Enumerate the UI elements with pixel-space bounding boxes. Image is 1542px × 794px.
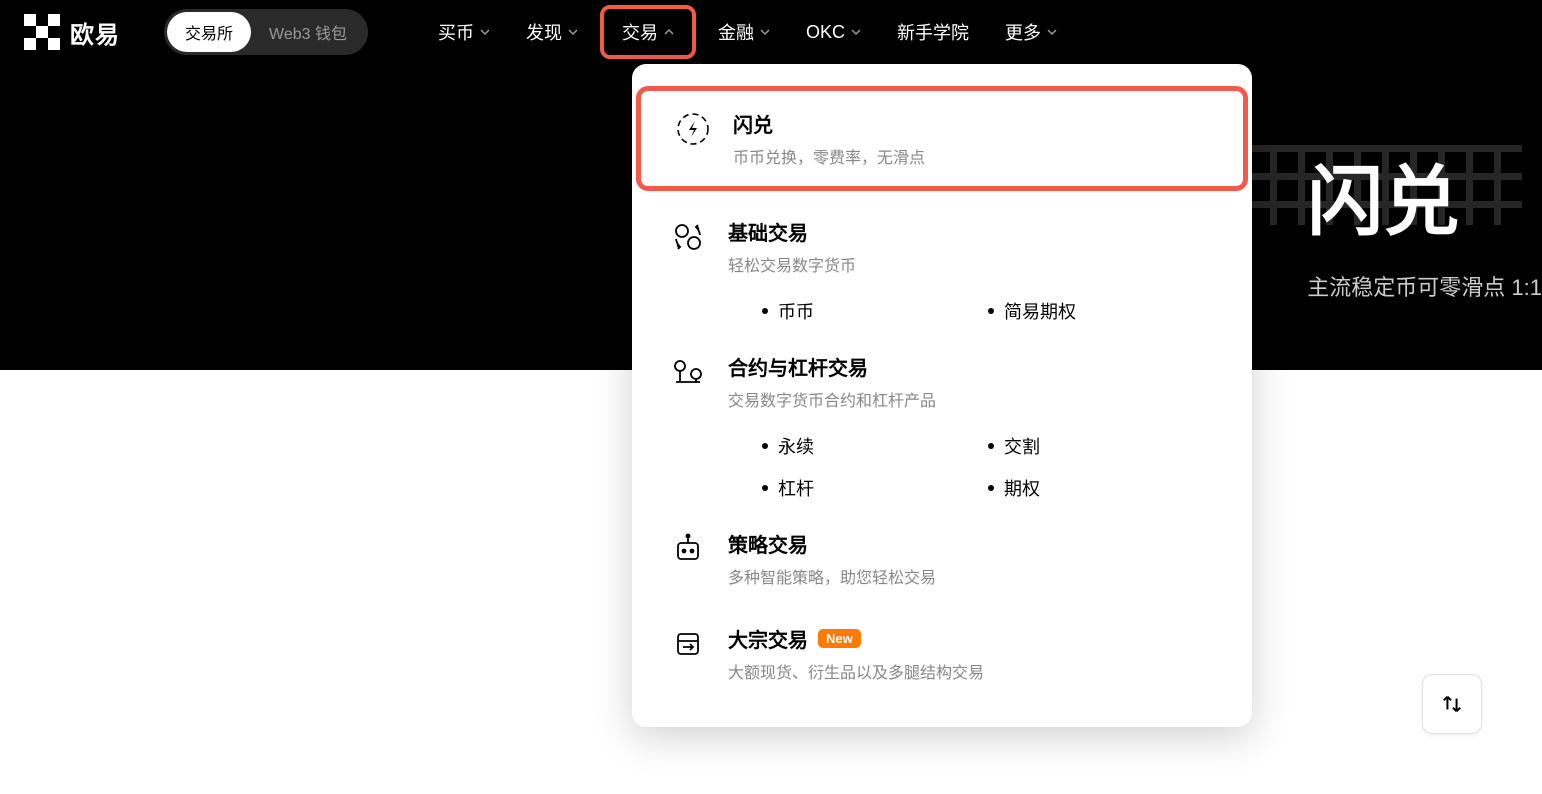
nav-label: 新手学院 <box>897 19 969 45</box>
nav-label: OKC <box>806 22 845 43</box>
menu-title: 基础交易 <box>728 217 1214 246</box>
sublink-options[interactable]: 期权 <box>988 475 1214 501</box>
block-icon <box>670 626 706 662</box>
bullet-icon <box>988 485 994 491</box>
exchange-icon <box>670 219 706 255</box>
hero-subtitle: 主流稳定币可零滑点 1:1 <box>1307 270 1542 302</box>
robot-icon <box>670 531 706 567</box>
menu-title: 闪兑 <box>733 109 1209 138</box>
menu-item-strategy[interactable]: 策略交易 多种智能策略，助您轻松交易 <box>632 511 1252 606</box>
exchange-toggle[interactable]: 交易所 <box>167 12 251 52</box>
menu-title: 大宗交易 New <box>728 624 1214 653</box>
bullet-icon <box>762 485 768 491</box>
menu-desc: 多种智能策略，助您轻松交易 <box>728 564 1214 588</box>
top-nav: 欧易 交易所 Web3 钱包 买币 发现 交易 金融 OKC 新手学院 <box>0 0 1542 64</box>
chevron-down-icon <box>1047 27 1057 37</box>
hero-title: 闪兑 <box>1307 140 1542 250</box>
basic-sublinks: 币币 简易期权 <box>632 294 1252 334</box>
swap-button[interactable] <box>1422 674 1482 734</box>
balance-icon <box>670 354 706 390</box>
bullet-icon <box>988 443 994 449</box>
nav-finance[interactable]: 金融 <box>704 11 784 53</box>
chevron-down-icon <box>851 27 861 37</box>
sublink-easyoptions[interactable]: 简易期权 <box>988 298 1214 324</box>
chevron-down-icon <box>760 27 770 37</box>
nav-okc[interactable]: OKC <box>792 14 875 51</box>
bullet-icon <box>988 308 994 314</box>
menu-item-convert[interactable]: 闪兑 币币兑换，零费率，无滑点 <box>636 86 1248 191</box>
menu-desc: 交易数字货币合约和杠杆产品 <box>728 387 1214 411</box>
wallet-toggle[interactable]: Web3 钱包 <box>251 12 365 52</box>
mode-toggle: 交易所 Web3 钱包 <box>164 9 368 55</box>
nav-label: 发现 <box>526 19 562 45</box>
brand-name: 欧易 <box>70 15 120 50</box>
chevron-down-icon <box>480 27 490 37</box>
brand-logo[interactable]: 欧易 <box>24 14 120 50</box>
nav-label: 买币 <box>438 19 474 45</box>
nav-trade[interactable]: 交易 <box>600 5 696 59</box>
bullet-icon <box>762 443 768 449</box>
menu-desc: 大额现货、衍生品以及多腿结构交易 <box>728 659 1214 683</box>
nav-label: 交易 <box>622 19 658 45</box>
menu-desc: 币币兑换，零费率，无滑点 <box>733 144 1209 168</box>
menu-item-block[interactable]: 大宗交易 New 大额现货、衍生品以及多腿结构交易 <box>632 606 1252 701</box>
nav-label: 更多 <box>1005 19 1041 45</box>
nav-buy[interactable]: 买币 <box>424 11 504 53</box>
menu-item-derivatives[interactable]: 合约与杠杆交易 交易数字货币合约和杠杆产品 <box>632 334 1252 429</box>
sublink-margin[interactable]: 杠杆 <box>762 475 988 501</box>
swap-icon <box>1441 693 1463 715</box>
flash-icon <box>675 111 711 147</box>
chevron-down-icon <box>568 27 578 37</box>
deriv-sublinks: 永续 交割 杠杆 期权 <box>632 429 1252 511</box>
menu-title: 策略交易 <box>728 529 1214 558</box>
sublink-perp[interactable]: 永续 <box>762 433 988 459</box>
hero-content: 闪兑 主流稳定币可零滑点 1:1 <box>1307 140 1542 302</box>
trade-dropdown: 闪兑 币币兑换，零费率，无滑点 基础交易 轻松交易数字货币 币币 简易期权 <box>632 64 1252 727</box>
nav-academy[interactable]: 新手学院 <box>883 11 983 53</box>
sublink-futures[interactable]: 交割 <box>988 433 1214 459</box>
menu-title: 合约与杠杆交易 <box>728 352 1214 381</box>
bullet-icon <box>762 308 768 314</box>
new-badge: New <box>818 629 861 648</box>
menu-desc: 轻松交易数字货币 <box>728 252 1214 276</box>
chevron-up-icon <box>664 27 674 37</box>
nav-discover[interactable]: 发现 <box>512 11 592 53</box>
nav-label: 金融 <box>718 19 754 45</box>
menu-item-basic[interactable]: 基础交易 轻松交易数字货币 <box>632 199 1252 294</box>
nav-items: 买币 发现 交易 金融 OKC 新手学院 更多 <box>424 5 1071 59</box>
sublink-spot[interactable]: 币币 <box>762 298 988 324</box>
nav-more[interactable]: 更多 <box>991 11 1071 53</box>
logo-icon <box>24 14 60 50</box>
